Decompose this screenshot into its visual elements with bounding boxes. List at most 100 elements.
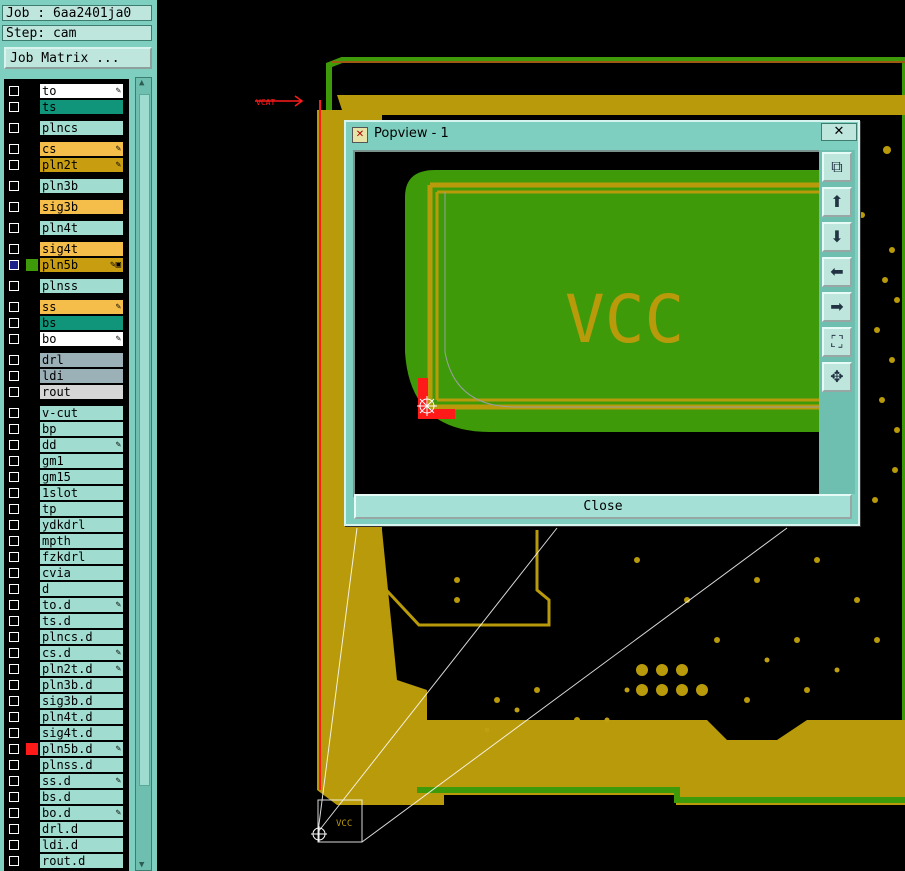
layer-name[interactable]: d: [40, 582, 123, 596]
scroll-up-icon[interactable]: ▲: [139, 78, 144, 88]
layer-row[interactable]: gm15: [4, 469, 129, 485]
layer-checkbox[interactable]: [9, 696, 19, 706]
layer-checkbox[interactable]: [9, 318, 19, 328]
layer-checkbox[interactable]: [9, 244, 19, 254]
layer-checkbox[interactable]: [9, 792, 19, 802]
layer-row[interactable]: plncs.d: [4, 629, 129, 645]
layer-checkbox[interactable]: [9, 123, 19, 133]
layer-row[interactable]: bo.d ✎: [4, 805, 129, 821]
layer-row[interactable]: bs.d: [4, 789, 129, 805]
layer-row[interactable]: pln4t.d: [4, 709, 129, 725]
layer-checkbox[interactable]: [9, 648, 19, 658]
layer-checkbox[interactable]: [9, 680, 19, 690]
layer-name[interactable]: sig3b.d: [40, 694, 123, 708]
layer-name[interactable]: 1slot: [40, 486, 123, 500]
layer-checkbox[interactable]: [9, 387, 19, 397]
layer-name[interactable]: cs.d ✎: [40, 646, 123, 660]
layer-row[interactable]: ss.d ✎: [4, 773, 129, 789]
layer-row[interactable]: rout.d: [4, 853, 129, 869]
layer-checkbox[interactable]: [9, 144, 19, 154]
layer-color-swatch[interactable]: [26, 259, 38, 271]
layer-row[interactable]: sig4t: [4, 241, 129, 257]
layer-row[interactable]: fzkdrl: [4, 549, 129, 565]
popview-close-icon[interactable]: ✕: [821, 123, 857, 141]
layer-checkbox[interactable]: [9, 408, 19, 418]
layer-name[interactable]: rout.d: [40, 854, 123, 868]
layer-row[interactable]: d: [4, 581, 129, 597]
zoom-box-icon[interactable]: ⧉: [822, 152, 852, 182]
layer-name[interactable]: ydkdrl: [40, 518, 123, 532]
layer-color-swatch[interactable]: [26, 743, 38, 755]
layer-checkbox[interactable]: [9, 552, 19, 562]
layer-name[interactable]: ldi.d: [40, 838, 123, 852]
zoom-home-icon[interactable]: ✥: [822, 362, 852, 392]
layer-row[interactable]: drl.d: [4, 821, 129, 837]
layer-row[interactable]: plncs: [4, 120, 129, 136]
layer-name[interactable]: plncs: [40, 121, 123, 135]
layer-name[interactable]: tp: [40, 502, 123, 516]
layer-checkbox[interactable]: [9, 302, 19, 312]
layer-name[interactable]: sig3b: [40, 200, 123, 214]
layer-row[interactable]: ydkdrl: [4, 517, 129, 533]
layer-checkbox[interactable]: [9, 86, 19, 96]
layer-checkbox[interactable]: [9, 334, 19, 344]
layer-name[interactable]: plnss.d: [40, 758, 123, 772]
scrollbar-thumb[interactable]: [139, 94, 150, 786]
layer-name[interactable]: pln4t.d: [40, 710, 123, 724]
layer-row[interactable]: cs.d ✎: [4, 645, 129, 661]
layer-checkbox[interactable]: [9, 760, 19, 770]
popview-titlebar[interactable]: ✕ Popview - 1: [346, 122, 858, 146]
pan-up-icon[interactable]: ⬆: [822, 187, 852, 217]
layer-name[interactable]: pln5b ✎▣: [40, 258, 123, 272]
layer-name[interactable]: plncs.d: [40, 630, 123, 644]
layer-checkbox[interactable]: [9, 472, 19, 482]
layer-row[interactable]: to.d ✎: [4, 597, 129, 613]
layer-checkbox[interactable]: [9, 616, 19, 626]
layer-row[interactable]: pln4t: [4, 220, 129, 236]
layer-name[interactable]: rout: [40, 385, 123, 399]
layer-row[interactable]: pln3b.d: [4, 677, 129, 693]
layer-checkbox[interactable]: [9, 744, 19, 754]
layer-name[interactable]: pln4t: [40, 221, 123, 235]
layer-name[interactable]: dd ✎: [40, 438, 123, 452]
layer-checkbox[interactable]: [9, 181, 19, 191]
layer-name[interactable]: bp: [40, 422, 123, 436]
layer-row[interactable]: cvia: [4, 565, 129, 581]
layer-name[interactable]: cvia: [40, 566, 123, 580]
layer-name[interactable]: mpth: [40, 534, 123, 548]
layer-name[interactable]: sig4t: [40, 242, 123, 256]
pan-down-icon[interactable]: ⬇: [822, 222, 852, 252]
layer-checkbox[interactable]: [9, 776, 19, 786]
layer-name[interactable]: pln5b.d ✎: [40, 742, 123, 756]
layer-row[interactable]: sig3b.d: [4, 693, 129, 709]
layer-name[interactable]: pln3b: [40, 179, 123, 193]
pan-left-icon[interactable]: ⬅: [822, 257, 852, 287]
layer-name[interactable]: pln3b.d: [40, 678, 123, 692]
layer-row[interactable]: plnss.d: [4, 757, 129, 773]
layer-name[interactable]: pln2t.d ✎: [40, 662, 123, 676]
layer-checkbox[interactable]: [9, 808, 19, 818]
popview-close-button[interactable]: Close: [354, 494, 852, 519]
layer-row[interactable]: ss ✎: [4, 299, 129, 315]
layer-checkbox[interactable]: [9, 840, 19, 850]
layer-name[interactable]: v-cut: [40, 406, 123, 420]
job-matrix-button[interactable]: Job Matrix ...: [4, 47, 152, 69]
layer-row[interactable]: ldi.d: [4, 837, 129, 853]
layer-name[interactable]: bo.d ✎: [40, 806, 123, 820]
layer-checkbox[interactable]: [9, 504, 19, 514]
layer-name[interactable]: sig4t.d: [40, 726, 123, 740]
layer-checkbox[interactable]: [9, 456, 19, 466]
layer-checkbox[interactable]: [9, 355, 19, 365]
layer-row[interactable]: cs ✎: [4, 141, 129, 157]
layer-checkbox[interactable]: [9, 712, 19, 722]
layer-checkbox[interactable]: [9, 728, 19, 738]
layer-name[interactable]: pln2t ✎: [40, 158, 123, 172]
layer-checkbox[interactable]: [9, 584, 19, 594]
layer-checkbox[interactable]: [9, 520, 19, 530]
layer-checkbox[interactable]: [9, 856, 19, 866]
layer-name[interactable]: plnss: [40, 279, 123, 293]
layer-checkbox[interactable]: [9, 600, 19, 610]
layer-row[interactable]: pln2t.d ✎: [4, 661, 129, 677]
pan-right-icon[interactable]: ➡: [822, 292, 852, 322]
layer-name[interactable]: to.d ✎: [40, 598, 123, 612]
